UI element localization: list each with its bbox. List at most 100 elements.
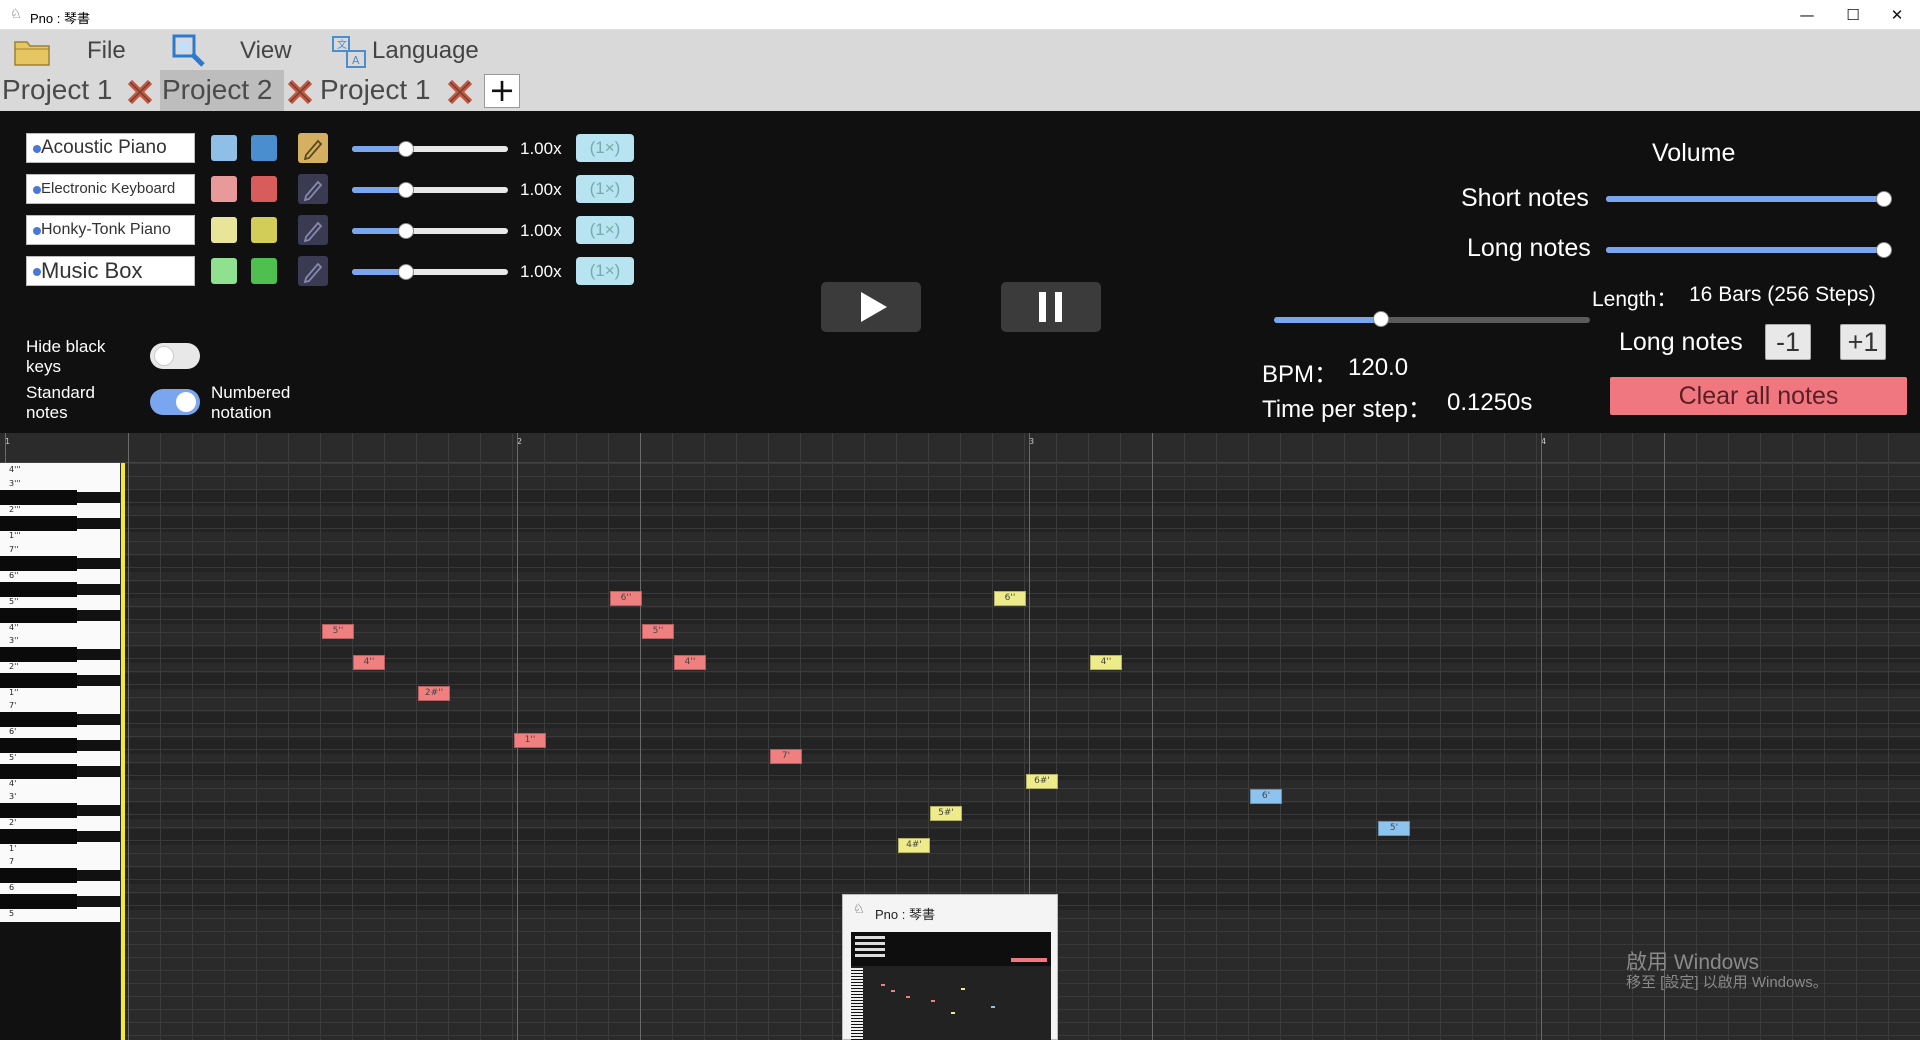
black-key[interactable] [0,516,77,531]
multiplier-button[interactable]: (1×) [576,134,634,162]
instrument-name-field[interactable]: Acoustic Piano [26,133,195,163]
tab-project-1[interactable]: Project 1 [2,70,128,111]
dark-color-swatch[interactable] [251,176,277,202]
grid-line-v [512,433,513,1040]
grid-line-v [1344,433,1345,1040]
light-color-swatch[interactable] [211,176,237,202]
pencil-icon[interactable] [298,215,328,245]
tab-close-icon[interactable] [446,78,474,106]
note-block[interactable]: 4#' [898,838,930,853]
notation-toggle[interactable] [150,389,200,415]
pencil-icon[interactable] [298,256,328,286]
dark-color-swatch[interactable] [251,217,277,243]
pause-button[interactable] [1001,282,1101,332]
grid-line-v [1536,433,1537,1040]
close-button[interactable]: ✕ [1874,0,1920,30]
grid-line-v [1504,433,1505,1040]
folder-icon[interactable] [14,38,50,66]
black-key[interactable] [0,608,77,623]
grid-line-h [124,853,1920,854]
black-key[interactable] [0,764,77,779]
light-color-swatch[interactable] [211,258,237,284]
grid-row-dark [124,829,1920,845]
white-key[interactable]: 5 [0,907,120,922]
grid-line-h [124,645,1920,646]
grid-line-h [124,671,1920,672]
tab-project-1b[interactable]: Project 1 [320,70,444,111]
black-key[interactable] [0,894,77,909]
grid-line-v [1440,433,1441,1040]
black-key[interactable] [0,712,77,727]
grid-line-v [1152,433,1153,1040]
preview-thumbnail [851,932,1051,1040]
language-icon[interactable]: 文 A [332,36,366,68]
pencil-icon[interactable] [298,174,328,204]
magnifier-icon[interactable] [172,34,206,68]
add-tab-button[interactable]: + [484,74,520,108]
pencil-icon[interactable] [298,133,328,163]
grid-line-h [124,476,1920,477]
light-color-swatch[interactable] [211,135,237,161]
black-key[interactable] [0,829,77,844]
note-block[interactable]: 4'' [353,655,385,670]
instrument-name-field[interactable]: Electronic Keyboard [26,174,195,204]
note-block[interactable]: 6' [1250,789,1282,804]
play-button[interactable] [821,282,921,332]
increment-button[interactable]: +1 [1840,324,1886,360]
clear-all-notes-button[interactable]: Clear all notes [1610,377,1907,415]
tab-project-2[interactable]: Project 2 [160,70,284,111]
black-key[interactable] [0,556,77,571]
note-block[interactable]: 4'' [1090,655,1122,670]
note-block[interactable]: 2#'' [418,686,450,701]
tab-close-icon[interactable] [286,78,314,106]
multiplier-button[interactable]: (1×) [576,175,634,203]
white-key[interactable]: 4''' [0,463,120,478]
note-block[interactable]: 7' [770,749,802,764]
black-key[interactable] [0,647,77,662]
note-block[interactable]: 5' [1378,821,1410,836]
note-block[interactable]: 6#' [1026,774,1058,789]
selected-dot [33,268,41,276]
menu-language[interactable]: Language [372,38,479,64]
note-block[interactable]: 4'' [674,655,706,670]
note-block[interactable]: 5'' [322,624,354,639]
grid-line-v [224,433,225,1040]
long-notes-length-label: Long notes [1619,328,1743,356]
grid-line-v [1248,433,1249,1040]
decrement-button[interactable]: -1 [1765,324,1811,360]
key-label: 6'' [9,571,19,580]
black-key[interactable] [0,868,77,883]
black-key[interactable] [0,673,77,688]
instrument-name-field[interactable]: Music Box [26,256,195,286]
menu-view[interactable]: View [240,38,292,64]
note-block[interactable]: 1'' [514,733,546,748]
key-label: 3''' [9,479,21,488]
black-key[interactable] [0,490,77,505]
black-key[interactable] [0,582,77,597]
length-value: 16 Bars (256 Steps) [1689,283,1876,306]
black-key[interactable] [0,803,77,818]
black-key[interactable] [0,738,77,753]
dark-color-swatch[interactable] [251,258,277,284]
note-block[interactable]: 6'' [610,591,642,606]
light-color-swatch[interactable] [211,217,237,243]
menu-file[interactable]: File [87,38,126,64]
grid-line-v [352,433,353,1040]
instrument-name-field[interactable]: Honky-Tonk Piano [26,215,195,245]
note-block[interactable]: 5'' [642,624,674,639]
maximize-button[interactable]: ☐ [1830,0,1876,30]
tab-close-icon[interactable] [126,78,154,106]
multiplier-button[interactable]: (1×) [576,216,634,244]
grid-line-h [124,658,1920,659]
grid-line-v [416,433,417,1040]
dark-color-swatch[interactable] [251,135,277,161]
minimize-button[interactable]: — [1784,0,1830,30]
piano-keyboard[interactable]: 4''' 3''' 2''' 1''' 7'' 6'' 5'' 4'' 3'' 2'' 1'' 7' 6… [0,463,120,1040]
playhead[interactable] [121,463,125,1040]
hide-black-keys-toggle[interactable] [150,343,200,369]
white-key[interactable]: 1''' [0,529,120,544]
taskbar-preview[interactable]: ♘ Pno : 琴書 [842,894,1058,1040]
note-block[interactable]: 6'' [994,591,1026,606]
note-block[interactable]: 5#' [930,806,962,821]
multiplier-button[interactable]: (1×) [576,257,634,285]
